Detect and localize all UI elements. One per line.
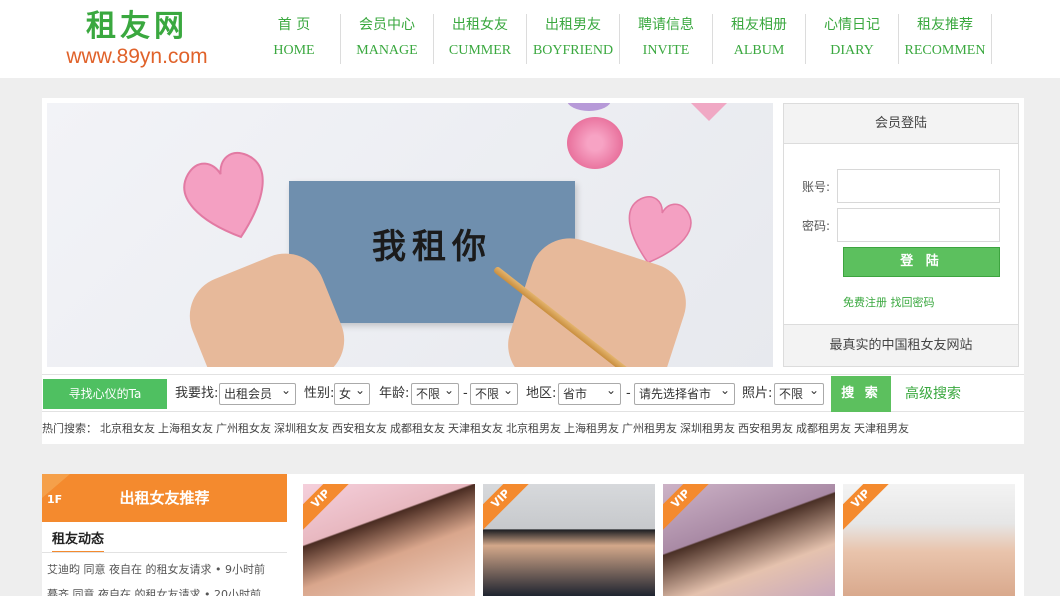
nav-boyfriend[interactable]: 出租男友 BOYFRIEND [527, 14, 620, 64]
vip-badge: VIP [303, 484, 356, 534]
nav-recommend[interactable]: 租友推荐 RECOMMEN [899, 14, 992, 64]
search-tag: 寻找心仪的Ta [43, 379, 167, 409]
nav-label-en: HOME [273, 43, 315, 58]
login-button[interactable]: 登 陆 [843, 247, 1000, 277]
nav-label-en: ALBUM [733, 43, 785, 58]
hot-search-link[interactable]: 上海租男友 [564, 422, 619, 435]
hot-search-link[interactable]: 西安租男友 [738, 422, 793, 435]
nav-label-cn: 首 页 [277, 17, 311, 33]
seek-label: 我要找: [175, 386, 219, 401]
nav-label-en: CUMMER [448, 43, 512, 58]
nav-label-en: INVITE [642, 43, 690, 58]
news-item[interactable]: 艾迪昀 同意 夜自在 的租女友请求 • 9小时前 [47, 561, 285, 577]
password-input[interactable] [837, 208, 1000, 242]
vip-badge: VIP [483, 484, 536, 534]
news-item[interactable]: 蓦齐 同意 夜自在 的租女友请求 • 20小时前 [47, 586, 285, 596]
vip-badge: VIP [663, 484, 716, 534]
note-text: 我租你 [372, 227, 492, 267]
age-label: 年龄: [379, 386, 410, 401]
city-select[interactable]: 请先选择省市 [634, 380, 735, 405]
news-divider [42, 552, 287, 553]
site-header: 租友网 www.89yn.com 首 页 HOME 会员中心 MANAGE 出租… [0, 0, 1060, 78]
site-slogan: 最真实的中国租女友网站 [784, 324, 1018, 366]
site-logo[interactable]: 租友网 www.89yn.com [52, 8, 222, 72]
flower-decoration [567, 117, 623, 169]
profile-photo[interactable]: VIP [663, 484, 835, 596]
flower-decoration [567, 103, 611, 111]
hot-search-link[interactable]: 成都租女友 [390, 422, 445, 435]
nav-label-cn: 出租男友 [545, 17, 601, 33]
password-label: 密码: [802, 219, 831, 233]
hot-search: 热门搜索： 北京租女友 上海租女友 广州租女友 深圳租女友 西安租女友 成都租女友 天津租女友… [42, 420, 912, 436]
hot-search-link[interactable]: 广州租女友 [216, 422, 271, 435]
recommend-section: 1F 出租女友推荐 租友动态 艾迪昀 同意 夜自在 的租女友请求 • 9小时前 … [42, 474, 1024, 596]
hot-search-link[interactable]: 北京租男友 [506, 422, 561, 435]
hot-search-link[interactable]: 北京租女友 [100, 422, 155, 435]
photo-select[interactable]: 不限 [774, 380, 824, 405]
profile-photo[interactable]: VIP [483, 484, 655, 596]
nav-label-en: MANAGE [356, 43, 418, 58]
hot-search-link[interactable]: 天津租男友 [854, 422, 909, 435]
age-from-select[interactable]: 不限 [411, 380, 459, 405]
heart-decoration [183, 151, 273, 246]
nav-label-cn: 出租女友 [452, 17, 508, 33]
nav-manage[interactable]: 会员中心 MANAGE [341, 14, 434, 64]
nav-album[interactable]: 租友相册 ALBUM [713, 14, 806, 64]
region-label: 地区: [526, 386, 557, 401]
seek-select[interactable]: 出租会员 [219, 380, 296, 405]
nav-home[interactable]: 首 页 HOME [248, 14, 341, 64]
nav-label-cn: 租友相册 [731, 17, 787, 33]
recommend-title: 出租女友推荐 [119, 489, 210, 507]
photo-label: 照片: [742, 386, 773, 401]
logo-url: www.89yn.com [66, 45, 208, 68]
hot-search-link[interactable]: 上海租女友 [158, 422, 213, 435]
account-label: 账号: [802, 180, 831, 194]
recommend-header[interactable]: 1F 出租女友推荐 [42, 474, 287, 522]
profile-photo[interactable]: VIP [303, 484, 475, 596]
hero-banner[interactable]: 我租你 [47, 103, 773, 367]
age-separator: - [463, 386, 468, 401]
nav-diary[interactable]: 心情日记 DIARY [806, 14, 899, 64]
nav-label-cn: 租友推荐 [917, 17, 973, 33]
login-title: 会员登陆 [784, 104, 1018, 144]
floor-label: 1F [47, 493, 63, 506]
register-link[interactable]: 免费注册 [843, 296, 887, 309]
nav-girlfriend[interactable]: 出租女友 CUMMER [434, 14, 527, 64]
news-title: 租友动态 [52, 528, 105, 553]
nav-label-en: BOYFRIEND [532, 43, 614, 58]
main-panel: 我租你 会员登陆 账号: 密码: 登 陆 免费注册 找回密码 最真实的中国租女友… [42, 98, 1024, 444]
hot-search-link[interactable]: 广州租男友 [622, 422, 677, 435]
account-row: 账号: [802, 169, 1002, 203]
vip-badge: VIP [843, 484, 896, 534]
hot-search-link[interactable]: 西安租女友 [332, 422, 387, 435]
login-panel: 会员登陆 账号: 密码: 登 陆 免费注册 找回密码 最真实的中国租女友网站 [783, 103, 1019, 367]
account-input[interactable] [837, 169, 1000, 203]
nav-label-en: DIARY [830, 43, 874, 58]
hot-search-link[interactable]: 深圳租男友 [680, 422, 735, 435]
main-nav: 首 页 HOME 会员中心 MANAGE 出租女友 CUMMER 出租男友 BO… [248, 14, 992, 64]
search-button[interactable]: 搜 索 [831, 376, 891, 412]
recover-password-link[interactable]: 找回密码 [891, 296, 935, 309]
password-row: 密码: [802, 208, 1002, 242]
gender-select[interactable]: 女 [334, 380, 370, 405]
profile-photo[interactable]: VIP [843, 484, 1015, 596]
age-to-select[interactable]: 不限 [470, 380, 518, 405]
province-select[interactable]: 省市 [558, 380, 621, 405]
gender-label: 性别: [304, 386, 335, 401]
nav-label-en: RECOMMEN [904, 43, 986, 58]
hot-search-link[interactable]: 成都租男友 [796, 422, 851, 435]
region-separator: - [626, 386, 631, 401]
search-bar: 寻找心仪的Ta 我要找: 出租会员 性别: 女 年龄: 不限 - 不限 地区: … [42, 374, 1024, 412]
hot-search-label: 热门搜索： [42, 422, 97, 435]
login-links: 免费注册 找回密码 [843, 294, 943, 310]
nav-label-cn: 心情日记 [824, 17, 880, 33]
advanced-search-link[interactable]: 高级搜索 [905, 383, 961, 405]
nav-label-cn: 会员中心 [359, 17, 415, 33]
nav-invite[interactable]: 聘请信息 INVITE [620, 14, 713, 64]
heart-decoration [689, 103, 729, 126]
logo-text: 租友网 [86, 9, 188, 44]
nav-label-cn: 聘请信息 [638, 17, 694, 33]
hot-search-link[interactable]: 天津租女友 [448, 422, 503, 435]
hot-search-link[interactable]: 深圳租女友 [274, 422, 329, 435]
